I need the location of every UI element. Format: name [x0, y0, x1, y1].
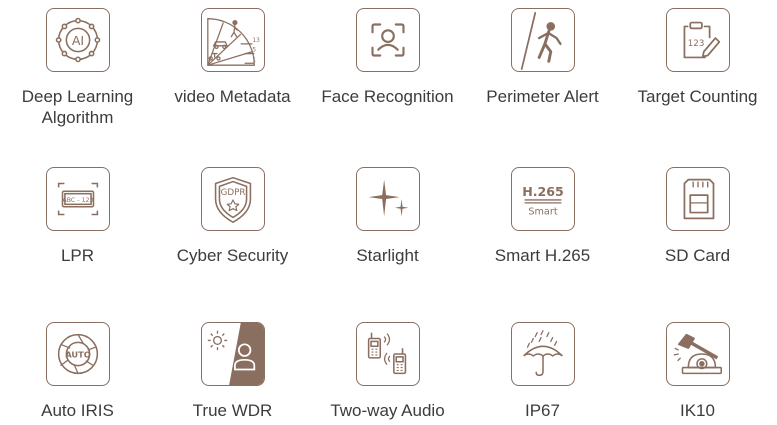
feature-sd-card: SD Card: [620, 167, 775, 266]
metadata-radar-icon: 13 5 1: [200, 8, 265, 72]
feature-starlight: Starlight: [310, 167, 465, 266]
feature-label: LPR: [60, 246, 95, 265]
feature-label: Perimeter Alert: [486, 87, 599, 106]
feature-lpr: ABC - 123 LPR: [0, 167, 155, 266]
feature-label: True WDR: [192, 401, 273, 420]
hammer-camera-icon: [665, 322, 730, 386]
svg-text:AUTO: AUTO: [65, 349, 90, 359]
feature-target-counting: 123 Target Counting: [620, 8, 775, 107]
feature-cyber-security: GDPR Cyber Security: [155, 167, 310, 266]
gdpr-shield-icon: GDPR: [200, 167, 265, 231]
feature-label: Starlight: [356, 246, 419, 265]
feature-grid: AI Deep Learning Algorithm 13 5 1 video …: [0, 0, 777, 425]
svg-text:13: 13: [252, 38, 260, 44]
feature-label: video Metadata: [174, 87, 291, 106]
feature-face-recognition: Face Recognition: [310, 8, 465, 107]
feature-label: Cyber Security: [176, 246, 289, 265]
feature-auto-iris: AUTO Auto IRIS: [0, 322, 155, 421]
auto-iris-icon: AUTO: [45, 322, 110, 386]
feature-video-metadata: 13 5 1 video Metadata: [155, 8, 310, 107]
license-plate-icon: ABC - 123: [45, 167, 110, 231]
feature-label: Smart H.265: [494, 246, 591, 265]
feature-true-wdr: True WDR: [155, 322, 310, 421]
feature-label: Target Counting: [637, 87, 758, 106]
perimeter-intrusion-icon: [510, 8, 575, 72]
walkie-talkie-icon: [355, 322, 420, 386]
feature-label: IP67: [525, 401, 560, 420]
svg-text:5: 5: [252, 48, 256, 54]
rain-umbrella-icon: [510, 322, 575, 386]
feature-ip67: IP67: [465, 322, 620, 421]
feature-label: SD Card: [664, 246, 731, 265]
feature-ik10: IK10: [620, 322, 775, 421]
feature-label: Two-way Audio: [330, 401, 445, 420]
feature-smart-h265: H.265 Smart Smart H.265: [465, 167, 620, 266]
starlight-sparkle-icon: [355, 167, 420, 231]
svg-text:GDPR: GDPR: [220, 188, 245, 198]
feature-label: Face Recognition: [321, 87, 454, 106]
ai-chip-icon: AI: [45, 8, 110, 72]
feature-two-way-audio: Two-way Audio: [310, 322, 465, 421]
wdr-sun-person-icon: [200, 322, 265, 386]
face-scan-icon: [355, 8, 420, 72]
svg-text:1: 1: [252, 57, 256, 63]
h265-codec-icon: H.265 Smart: [510, 167, 575, 231]
svg-text:H.265: H.265: [522, 184, 564, 199]
feature-deep-learning: AI Deep Learning Algorithm: [0, 8, 155, 128]
sd-card-icon: [665, 167, 730, 231]
svg-text:AI: AI: [71, 33, 83, 48]
feature-label: Deep Learning Algorithm: [21, 87, 134, 127]
feature-label: IK10: [680, 401, 715, 420]
svg-text:ABC - 123: ABC - 123: [62, 197, 93, 204]
counting-clipboard-icon: 123: [665, 8, 730, 72]
feature-label: Auto IRIS: [41, 401, 114, 420]
svg-text:123: 123: [687, 39, 704, 49]
feature-perimeter-alert: Perimeter Alert: [465, 8, 620, 107]
svg-text:Smart: Smart: [528, 207, 557, 218]
